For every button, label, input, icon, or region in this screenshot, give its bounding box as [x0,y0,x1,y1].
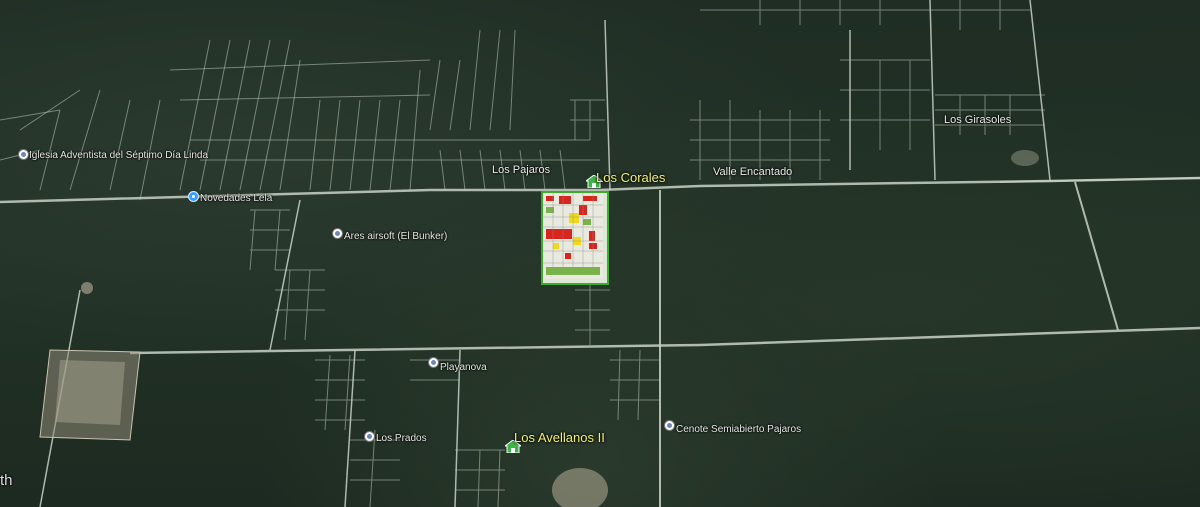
satellite-map[interactable]: Los Corales Los Avellanos II Los Pajaros… [0,0,1200,507]
lot-subdivision [543,193,603,279]
poi-icon[interactable] [332,228,343,239]
poi-label-playanova[interactable]: Playanova [440,362,487,373]
poi-label-iglesia[interactable]: Iglesia Adventista del Séptimo Día Linda [29,150,208,161]
place-label-los-girasoles[interactable]: Los Girasoles [944,114,1011,126]
poi-label-los-prados[interactable]: Los Prados [376,433,427,444]
church-icon[interactable] [18,149,29,160]
poi-icon[interactable] [428,357,439,368]
place-label-los-corales[interactable]: Los Corales [596,170,665,185]
poi-label-ares-airsoft[interactable]: Ares airsoft (El Bunker) [344,231,447,242]
poi-label-cenote[interactable]: Cenote Semiabierto Pajaros [676,424,801,435]
poi-icon[interactable] [364,431,375,442]
poi-label-novedades-lela[interactable]: Novedades Lela [200,193,272,204]
cenote-icon[interactable] [664,420,675,431]
place-label-los-avellanos-ii[interactable]: Los Avellanos II [514,430,605,445]
highlighted-lot[interactable] [541,191,609,285]
shop-icon[interactable] [188,191,199,202]
edge-text: th [0,472,13,489]
place-label-valle-encantado[interactable]: Valle Encantado [713,166,792,178]
place-label-los-pajaros[interactable]: Los Pajaros [492,164,550,176]
